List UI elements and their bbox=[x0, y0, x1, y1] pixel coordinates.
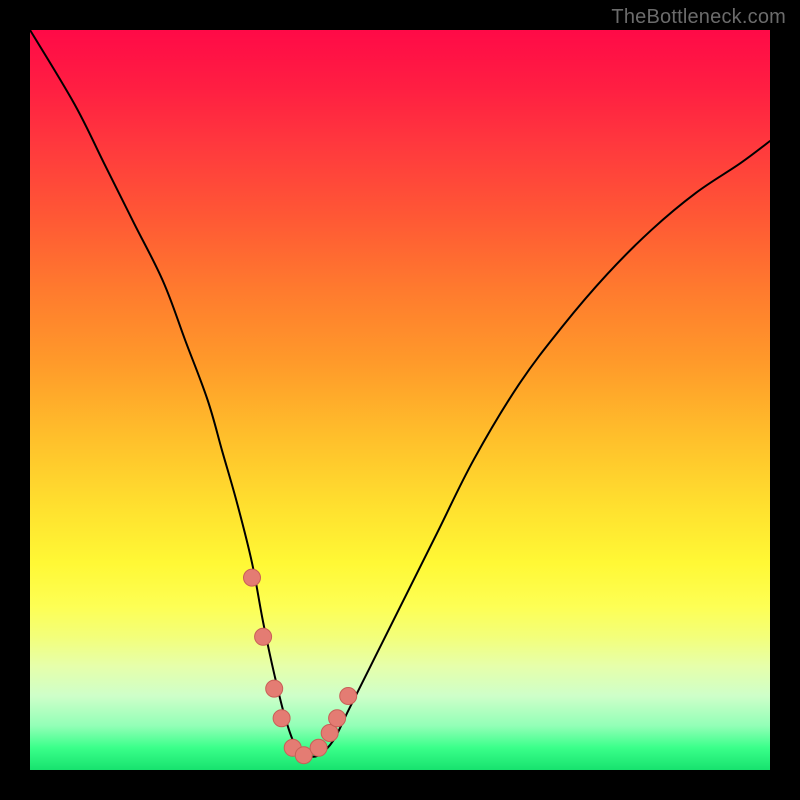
chart-stage: TheBottleneck.com bbox=[0, 0, 800, 800]
marker-point bbox=[340, 688, 357, 705]
bottleneck-curve bbox=[30, 30, 770, 757]
marker-point bbox=[255, 628, 272, 645]
highlight-markers bbox=[244, 569, 357, 764]
marker-point bbox=[310, 739, 327, 756]
chart-overlay-svg bbox=[30, 30, 770, 770]
watermark-text: TheBottleneck.com bbox=[611, 6, 786, 29]
marker-point bbox=[244, 569, 261, 586]
marker-point bbox=[273, 710, 290, 727]
marker-point bbox=[266, 680, 283, 697]
marker-point bbox=[329, 710, 346, 727]
plot-area bbox=[30, 30, 770, 770]
